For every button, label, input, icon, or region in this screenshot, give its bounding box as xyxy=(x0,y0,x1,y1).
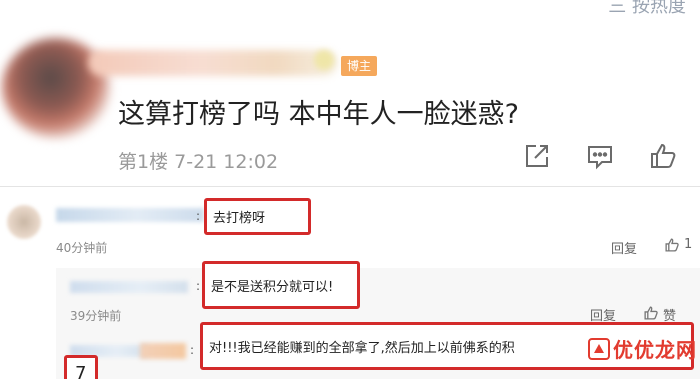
divider xyxy=(0,186,700,187)
comment-username-blurred[interactable] xyxy=(56,208,204,222)
comment-text-highlight: 去打榜呀 xyxy=(204,198,311,235)
floor-timestamp: 第1楼 7-21 12:02 xyxy=(118,151,279,173)
watermark-text: 优优龙网 xyxy=(613,338,697,362)
reply-like-button[interactable]: 赞 xyxy=(643,304,687,324)
reply-time: 39分钟前 xyxy=(70,309,122,323)
watermark-logo-icon xyxy=(588,337,610,360)
reply2-overlay-highlight: 7 xyxy=(64,355,98,379)
reply-username-blurred[interactable] xyxy=(70,281,188,293)
comment-icon xyxy=(588,146,612,170)
thumbs-up-icon xyxy=(644,306,658,320)
post-text: 这算打榜了吗 本中年人一脸迷惑? xyxy=(118,99,519,130)
comment-like-count: 1 xyxy=(684,237,693,252)
author-badge: 博主 xyxy=(341,56,377,76)
sort-by-popularity-link[interactable]: 三 按热度 xyxy=(608,0,686,18)
comment-reply-button[interactable]: 回复 xyxy=(611,238,637,257)
comment-button[interactable] xyxy=(585,141,615,171)
thumbs-up-icon xyxy=(665,238,679,252)
comment-text: 去打榜呀 xyxy=(213,211,266,226)
op-username-blurred[interactable] xyxy=(88,50,338,76)
comment-avatar[interactable] xyxy=(7,205,41,239)
colon: : xyxy=(196,209,201,223)
reply2-text: 对!!!我已经能赚到的全部拿了,然后加上以前佛系的积 xyxy=(209,340,515,356)
reply-text: 是不是送积分就可以! xyxy=(211,279,334,295)
share-icon xyxy=(526,145,548,167)
colon: : xyxy=(190,343,195,357)
comment-like-button[interactable]: 1 xyxy=(664,236,694,256)
reply2-overlay-char: 7 xyxy=(75,362,87,379)
op-username-emoji xyxy=(314,50,334,70)
reply2-username-emoji xyxy=(140,343,186,359)
share-button[interactable] xyxy=(522,141,552,171)
comment-time: 40分钟前 xyxy=(56,241,108,255)
like-button[interactable] xyxy=(648,141,678,171)
colon: : xyxy=(196,279,201,293)
watermark: 优优龙网 xyxy=(588,334,697,363)
reply-text-highlight: 是不是送积分就可以! xyxy=(202,261,360,309)
thumbs-up-icon xyxy=(651,143,676,168)
